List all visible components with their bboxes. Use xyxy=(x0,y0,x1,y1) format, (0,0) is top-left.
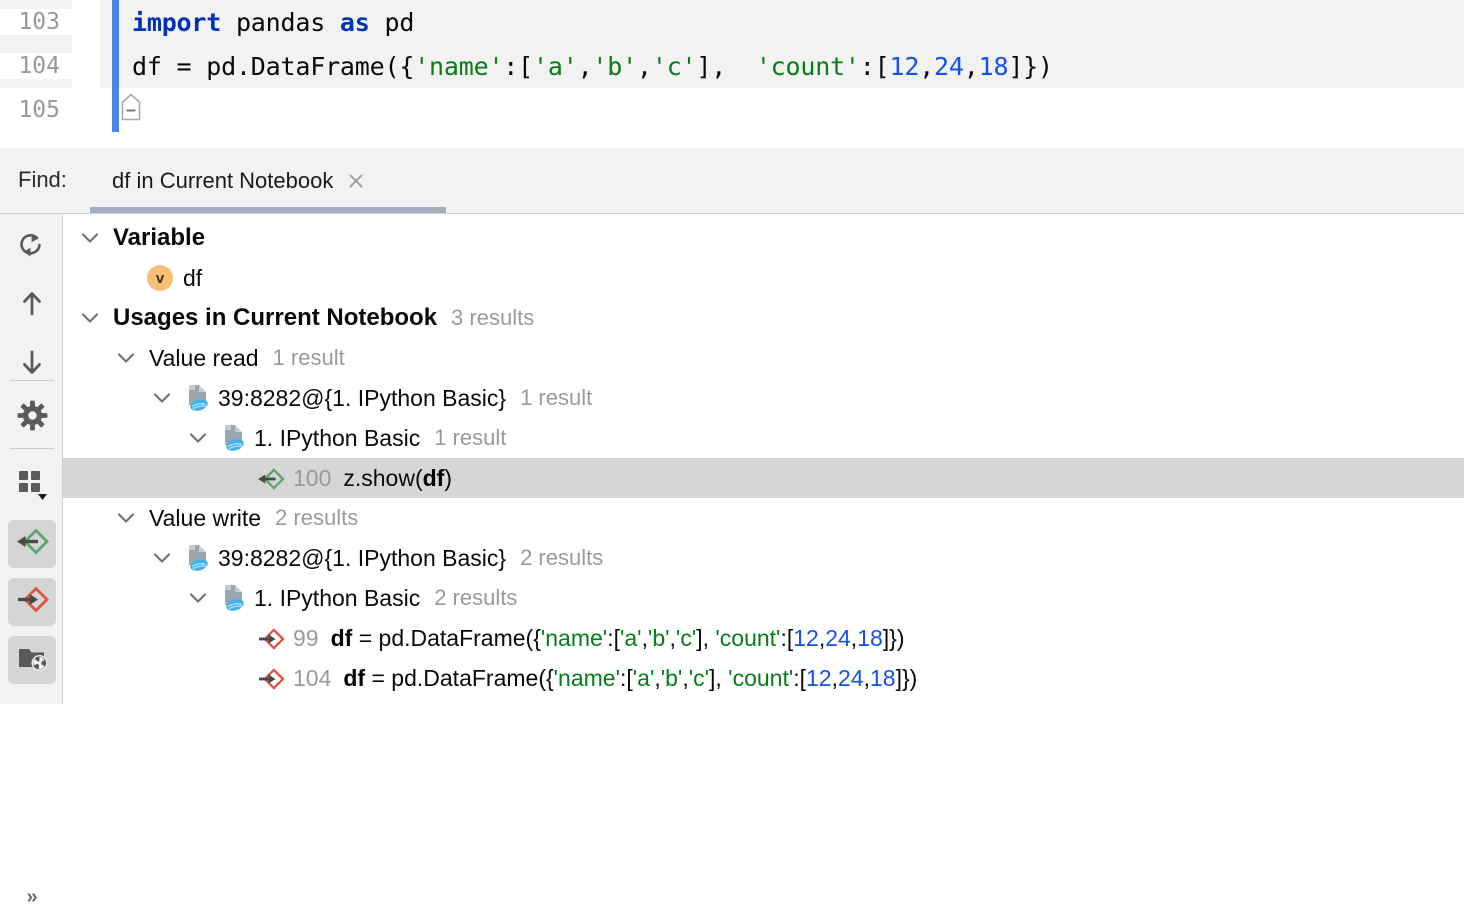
notebook-icon xyxy=(221,584,247,612)
settings-button[interactable] xyxy=(8,394,56,442)
value-write-icon xyxy=(257,667,285,689)
tree-node-notebook-write[interactable]: 1. IPython Basic 2 results xyxy=(63,578,1464,618)
close-icon[interactable] xyxy=(345,170,367,192)
notebook-icon xyxy=(221,424,247,452)
occurrence-code: df = pd.DataFrame({'name':['a','b','c'],… xyxy=(331,625,905,652)
folder-fan-icon xyxy=(17,643,47,678)
tree-node-label: Value read xyxy=(149,345,259,372)
find-bar: Find: df in Current Notebook xyxy=(0,148,1464,214)
tree-node-label: Usages in Current Notebook xyxy=(113,304,437,332)
code-line[interactable]: 103 import pandas as pd xyxy=(0,0,1464,44)
chevron-down-icon[interactable] xyxy=(185,425,211,451)
tree-node-label: Value write xyxy=(149,505,261,532)
group-by-button[interactable] xyxy=(8,462,56,510)
tree-node-label: Variable xyxy=(113,224,205,252)
tree-node-interpreter-read[interactable]: 39:8282@{1. IPython Basic} 1 result xyxy=(63,378,1464,418)
filter-scope-button[interactable] xyxy=(8,636,56,684)
tree-node-usages[interactable]: Usages in Current Notebook 3 results xyxy=(63,298,1464,338)
tree-node-notebook-read[interactable]: 1. IPython Basic 1 result xyxy=(63,418,1464,458)
chevron-down-icon[interactable] xyxy=(149,545,175,571)
arrow-up-icon xyxy=(17,289,47,324)
tree-node-result-count: 2 results xyxy=(275,505,358,531)
next-occurrence-button[interactable] xyxy=(8,340,56,388)
tree-node-value-write[interactable]: Value write 2 results xyxy=(63,498,1464,538)
tree-node-label: 39:8282@{1. IPython Basic} xyxy=(218,545,506,572)
usages-tree[interactable]: Variable vdf Usages in Current Notebook 3 r… xyxy=(63,214,1464,704)
value-read-icon xyxy=(257,467,285,489)
tree-node-result-count: 2 results xyxy=(434,585,517,611)
tree-node-result-count: 1 result xyxy=(434,425,506,451)
find-label: Find: xyxy=(18,167,67,193)
filter-value-write-button[interactable] xyxy=(8,578,56,626)
tree-node-interpreter-write[interactable]: 39:8282@{1. IPython Basic} 2 results xyxy=(63,538,1464,578)
group-by-icon xyxy=(16,467,49,506)
line-number: 103 xyxy=(0,9,72,35)
value-read-icon xyxy=(16,527,49,561)
code-line[interactable]: 104 df = pd.DataFrame({'name':['a','b','c… xyxy=(0,44,1464,88)
tree-node-result-count: 1 result xyxy=(520,385,592,411)
line-number: 105 xyxy=(0,97,72,123)
occurrence-line-number: 104 xyxy=(293,665,331,692)
chevron-down-icon[interactable] xyxy=(149,385,175,411)
chevron-down-icon[interactable] xyxy=(77,225,103,251)
tree-node-result-count: 2 results xyxy=(520,545,603,571)
tree-node-label: 1. IPython Basic xyxy=(254,585,420,612)
tree-node-label: 39:8282@{1. IPython Basic} xyxy=(218,385,506,412)
tree-node-result-count: 3 results xyxy=(451,305,534,331)
tree-node-variable[interactable]: Variable xyxy=(63,218,1464,258)
arrow-down-icon xyxy=(17,347,47,382)
value-write-icon xyxy=(16,585,49,619)
code-fold-widget[interactable] xyxy=(121,93,141,121)
chevron-down-icon[interactable] xyxy=(113,505,139,531)
tree-node-label: 1. IPython Basic xyxy=(254,425,420,452)
occurrence-code: df = pd.DataFrame({'name':['a','b','c'],… xyxy=(343,665,917,692)
gear-icon xyxy=(17,400,48,436)
code-text: df = pd.DataFrame({'name':['a','b','c'],… xyxy=(100,52,1464,81)
chevron-down-icon[interactable] xyxy=(185,585,211,611)
occurrence-line-number: 99 xyxy=(293,625,319,652)
find-tab[interactable]: df in Current Notebook xyxy=(90,148,383,213)
find-tab-active-indicator xyxy=(90,207,446,213)
line-number: 104 xyxy=(0,53,72,79)
tree-occurrence-write-99[interactable]: 99 df = pd.DataFrame({'name':['a','b','c'… xyxy=(63,618,1464,658)
value-write-icon xyxy=(257,627,285,649)
notebook-icon xyxy=(185,544,211,572)
toolbar-overflow-button[interactable]: » xyxy=(8,882,56,912)
refresh-icon xyxy=(17,231,47,266)
fold-column xyxy=(72,88,100,132)
chevron-down-icon[interactable] xyxy=(77,305,103,331)
occurrence-line-number: 100 xyxy=(293,465,331,492)
find-toolbar: » xyxy=(0,214,63,704)
fold-column xyxy=(72,44,100,88)
tree-node-value-read[interactable]: Value read 1 result xyxy=(63,338,1464,378)
tree-node-result-count: 1 result xyxy=(273,345,345,371)
tree-occurrence-read-100[interactable]: 100 z.show(df) xyxy=(63,458,1464,498)
code-text: import pandas as pd xyxy=(100,8,1464,37)
variable-badge-icon: v xyxy=(147,265,173,291)
toolbar-separator xyxy=(10,448,54,449)
tree-node-df-variable[interactable]: vdf xyxy=(63,258,1464,298)
occurrence-code: z.show(df) xyxy=(343,465,452,492)
code-editor[interactable]: 103 import pandas as pd 104 df = pd.DataFra… xyxy=(0,0,1464,149)
tree-occurrence-write-104[interactable]: 104 df = pd.DataFrame({'name':['a','b','c… xyxy=(63,658,1464,698)
code-line[interactable]: 105 xyxy=(0,88,1464,132)
rerun-search-button[interactable] xyxy=(8,224,56,272)
find-tab-label: df in Current Notebook xyxy=(112,168,333,194)
tree-node-label: df xyxy=(183,265,202,292)
notebook-icon xyxy=(185,384,211,412)
chevron-down-icon[interactable] xyxy=(113,345,139,371)
fold-column xyxy=(72,0,100,44)
notebook-cell-marker xyxy=(112,0,119,132)
filter-value-read-button[interactable] xyxy=(8,520,56,568)
previous-occurrence-button[interactable] xyxy=(8,282,56,330)
